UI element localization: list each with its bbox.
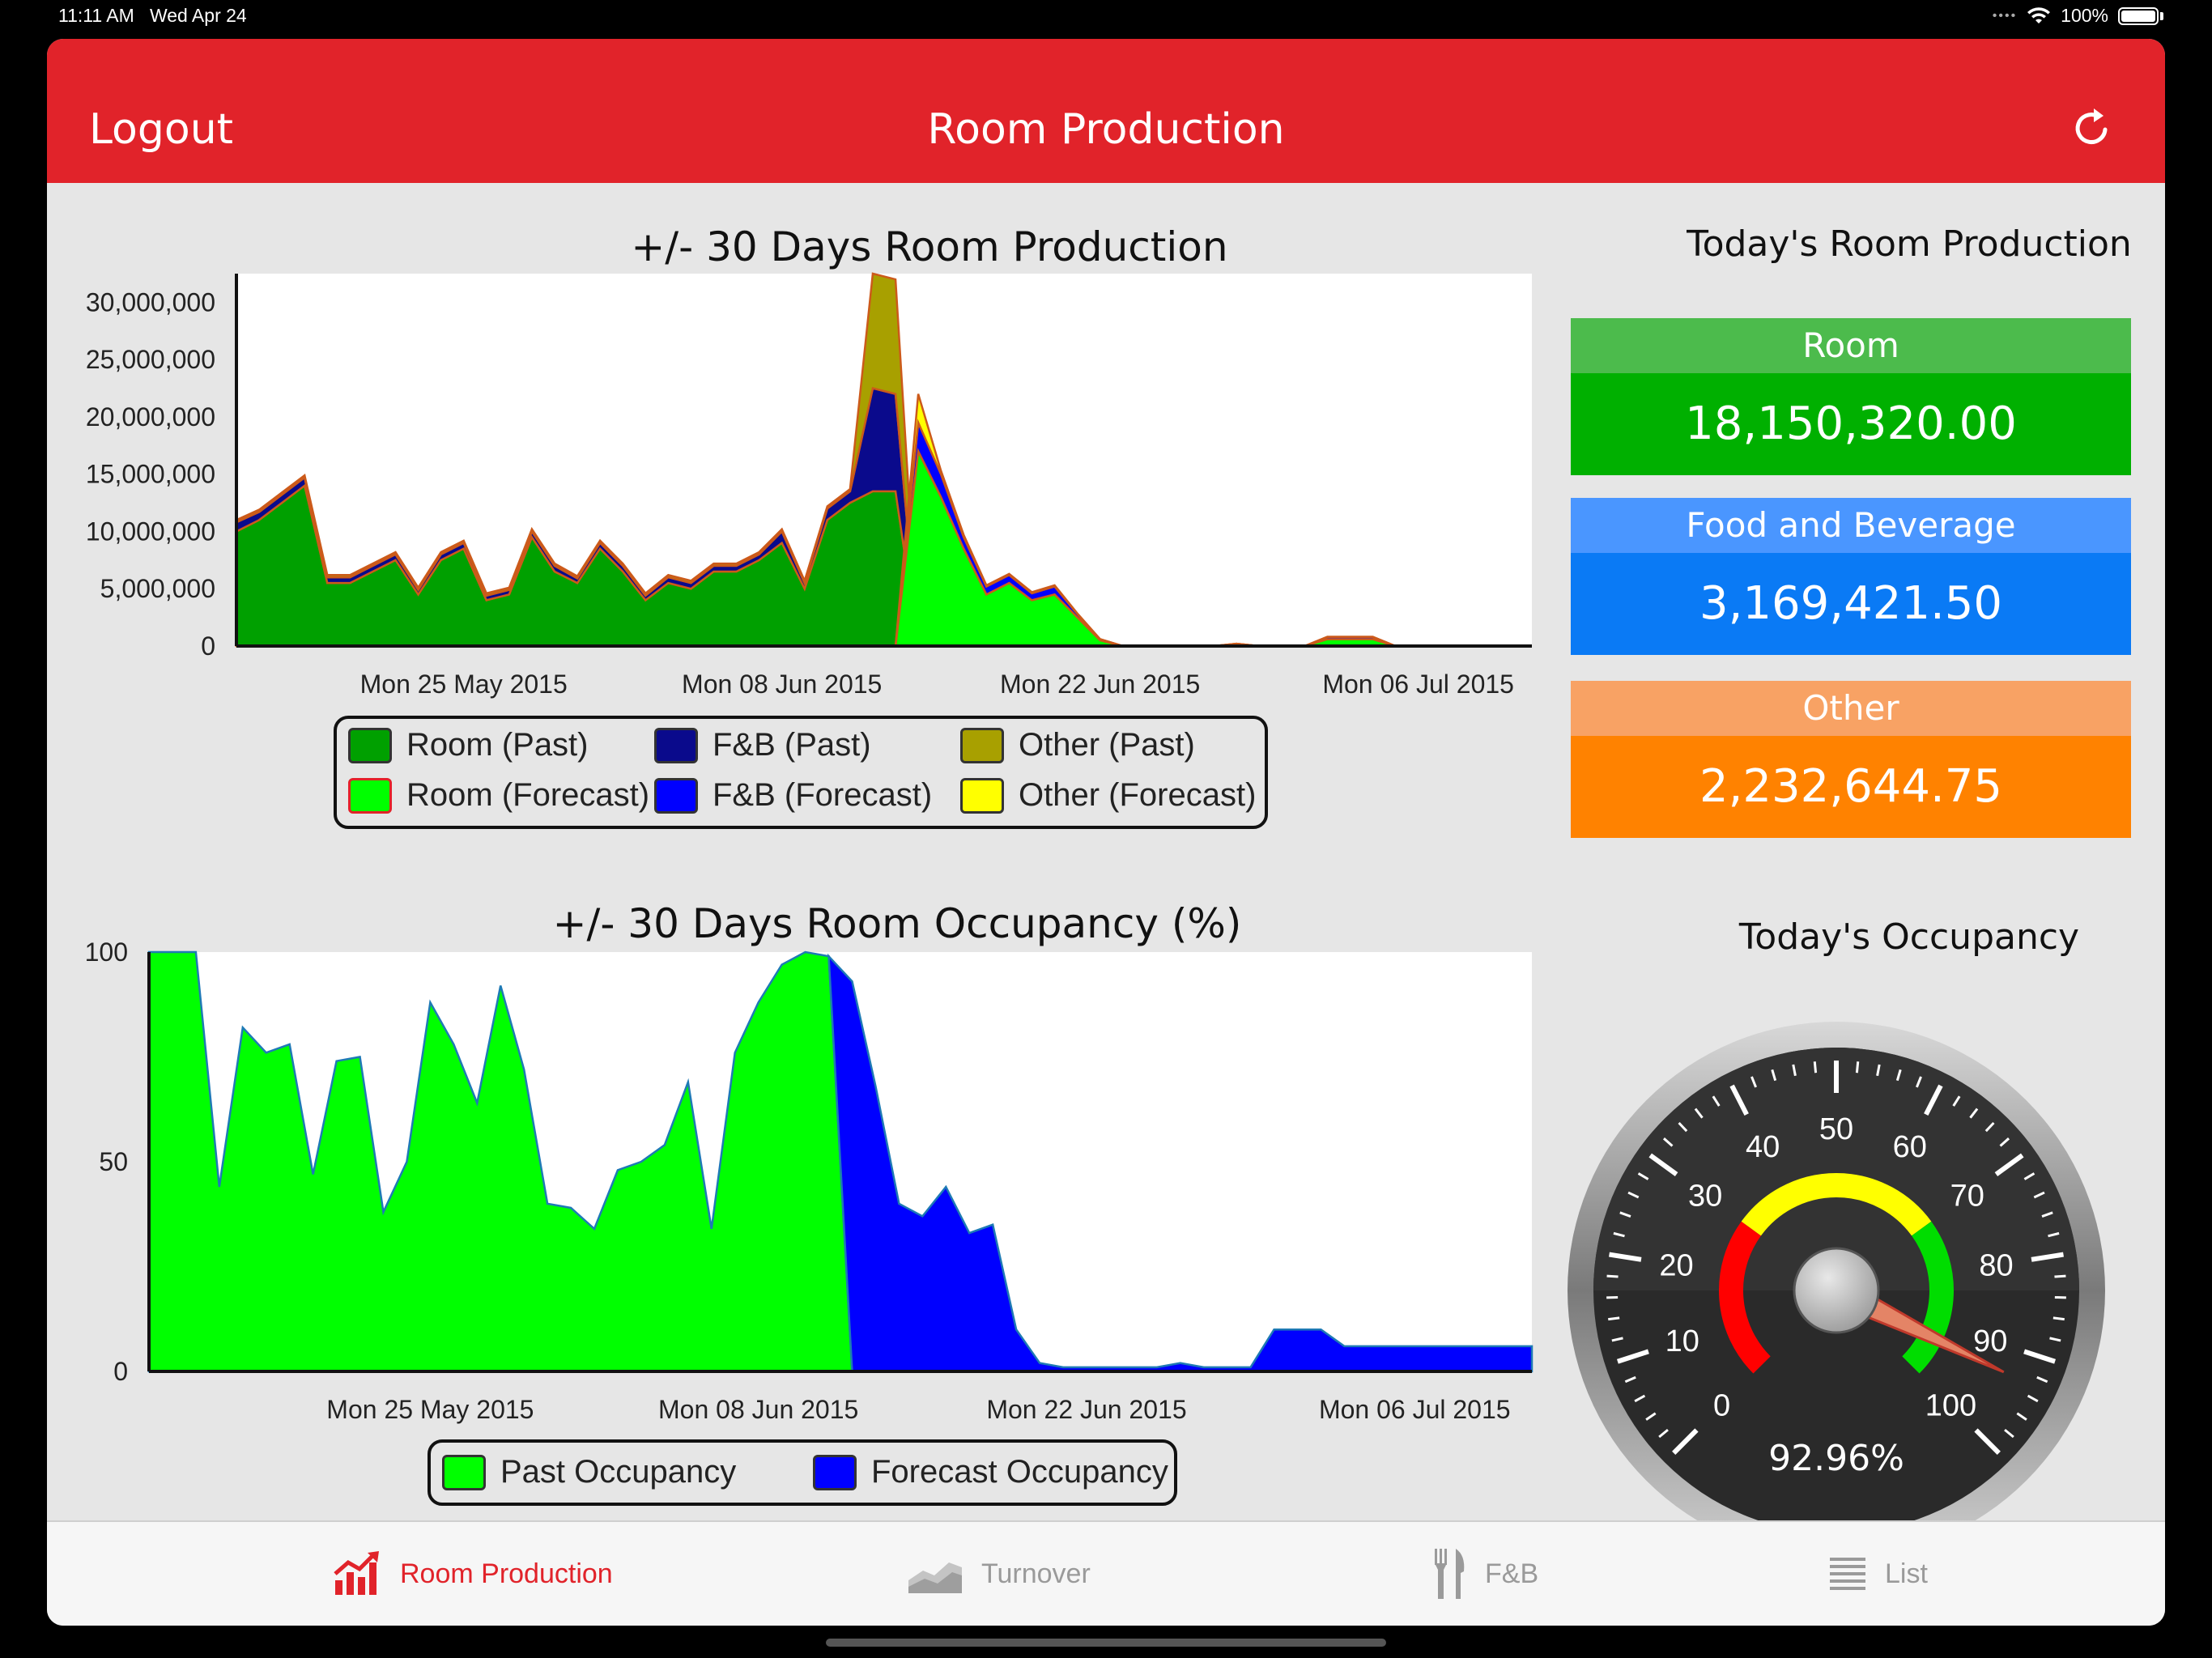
gauge-scale-label: 90 [1973,1324,2007,1358]
room-card-value: 18,150,320.00 [1571,373,2131,475]
occupancy-gauge: 0 10 20 30 40 50 60 70 80 90 100 92.96% [1568,1022,2105,1559]
tab-fb-label: F&B [1485,1558,1539,1589]
battery-tip [2160,11,2163,20]
gauge-scale-label: 50 [1819,1112,1853,1146]
legend-forecast-occupancy: Forecast Occupancy [813,1454,1168,1490]
gauge-scale-label: 100 [1925,1388,1976,1422]
gauge-scale-label: 80 [1979,1249,2013,1283]
battery-icon [2118,6,2159,25]
wifi-icon [2027,6,2051,23]
x-tick-label: Mon 25 May 2015 [326,1395,534,1424]
occupancy-legend: Past Occupancy Forecast Occupancy [428,1439,1177,1506]
status-date: Wed Apr 24 [149,5,247,26]
other-card: Other 2,232,644.75 [1571,681,2131,838]
gauge-scale-label: 30 [1688,1179,1722,1213]
gauge-tick [2054,1274,2066,1278]
today-occupancy-title: Today's Occupancy [1738,916,2080,958]
fb-card: Food and Beverage 3,169,421.50 [1571,498,2131,655]
home-indicator[interactable] [826,1639,1386,1647]
tab-room-production[interactable]: Room Production [332,1522,613,1626]
gauge-scale-label: 70 [1950,1179,1984,1213]
tab-bar: Room Production Turnover F&B List [47,1520,2165,1626]
gauge-scale-label: 40 [1746,1130,1780,1164]
other-card-label: Other [1571,681,2131,736]
battery-percent: 100% [2061,5,2108,26]
gauge-tick [1608,1316,1620,1321]
today-production-title: Today's Room Production [1687,223,2132,265]
room-card: Room 18,150,320.00 [1571,318,2131,475]
y-tick-label: 100 [85,937,128,967]
fork-knife-icon [1435,1549,1465,1599]
gauge-tick [1813,1061,1818,1073]
fb-card-label: Food and Beverage [1571,498,2131,553]
gauge-scale-label: 60 [1893,1130,1927,1164]
multitask-dots-icon: •••• [1992,8,2018,23]
legend-past-occupancy-label: Past Occupancy [500,1454,737,1490]
swatch-forecast-occupancy [813,1454,857,1490]
bar-chart-icon [334,1551,379,1595]
area-chart-icon [908,1562,962,1593]
x-tick-label: Mon 06 Jul 2015 [1319,1395,1511,1424]
legend-forecast-occupancy-label: Forecast Occupancy [871,1454,1168,1490]
room-card-label: Room [1571,318,2131,373]
gauge-scale-label: 10 [1665,1324,1699,1358]
y-tick-label: 50 [99,1147,128,1176]
gauge-value-label: 92.96% [1768,1438,1904,1479]
other-card-value: 2,232,644.75 [1571,736,2131,838]
y-tick-label: 0 [113,1357,128,1386]
fb-card-value: 3,169,421.50 [1571,553,2131,655]
status-right: •••• 100% [1993,5,2163,27]
gauge-tick [2052,1316,2065,1321]
gauge-scale-label: 0 [1713,1388,1730,1422]
tab-list-label: List [1885,1558,1928,1589]
gauge-hub [1793,1247,1880,1334]
gauge-tick [1606,1274,1619,1278]
status-time: 11:11 AM Wed Apr 24 [58,5,247,27]
x-tick-label: Mon 08 Jun 2015 [658,1395,858,1424]
legend-past-occupancy: Past Occupancy [442,1454,736,1490]
swatch-past-occupancy [442,1454,486,1490]
x-tick-label: Mon 22 Jun 2015 [986,1395,1186,1424]
list-icon [1830,1558,1865,1590]
tab-list[interactable]: List [1828,1522,1928,1626]
gauge-scale-label: 20 [1659,1249,1693,1283]
tab-turnover-label: Turnover [981,1558,1091,1589]
tab-turnover[interactable]: Turnover [907,1522,1091,1626]
status-clock: 11:11 AM [58,5,134,26]
tab-room-production-label: Room Production [400,1558,613,1589]
tab-fb[interactable]: F&B [1431,1522,1538,1626]
app-window: Room Production Logout +/- 30 Days Room … [47,39,2165,1626]
status-bar: 11:11 AM Wed Apr 24 •••• 100% [0,0,2212,34]
